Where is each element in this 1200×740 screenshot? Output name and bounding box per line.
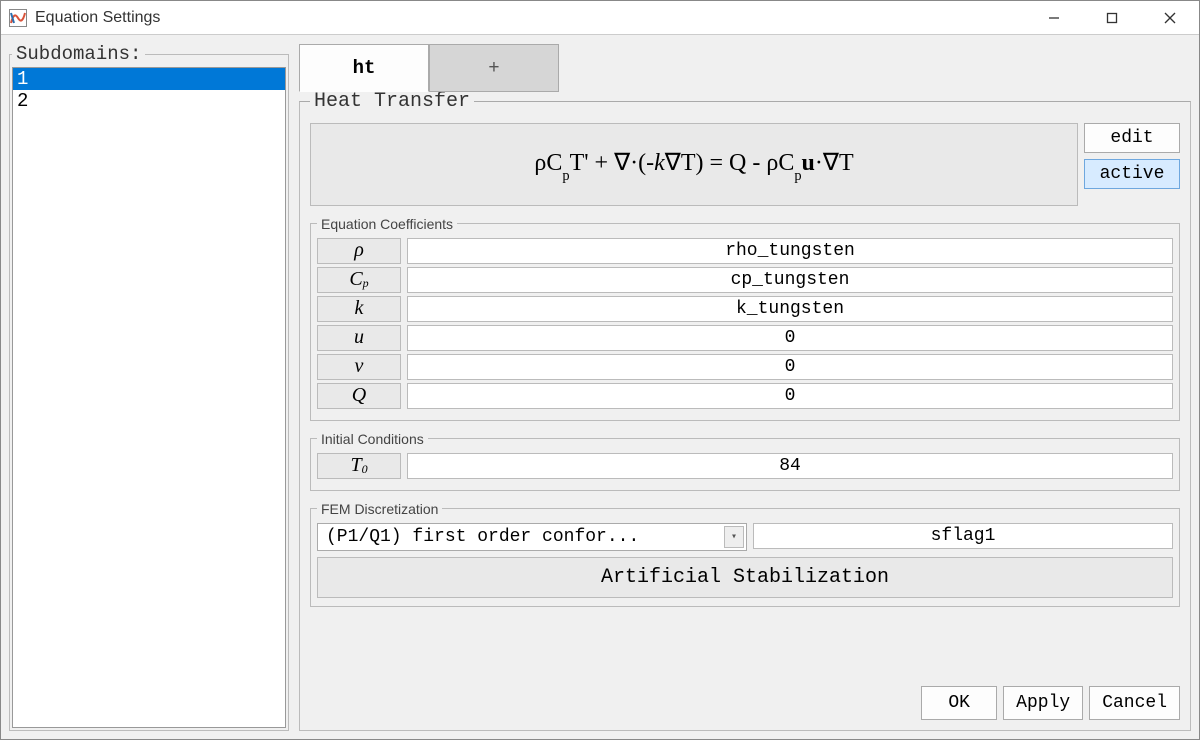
minimize-button[interactable] [1025,1,1083,35]
heat-transfer-legend: Heat Transfer [310,90,474,113]
equation-coefficients-fieldset: Equation Coefficients ρ Cp kuvQ [310,216,1180,421]
maximize-button[interactable] [1083,1,1141,35]
coeff-label-5: Q [317,383,401,409]
coeff-input-0[interactable] [407,238,1173,264]
ic-input-0[interactable] [407,453,1173,479]
initial-conditions-fieldset: Initial Conditions T0 [310,431,1180,491]
coeff-input-1[interactable] [407,267,1173,293]
sflag-input[interactable] [753,523,1173,549]
chevron-down-icon: ▾ [724,526,744,548]
apply-button[interactable]: Apply [1003,686,1083,720]
coeff-input-5[interactable] [407,383,1173,409]
subdomains-fieldset: Subdomains: 1 2 [9,43,289,731]
equation-coefficients-legend: Equation Coefficients [317,216,457,232]
coeff-label-2: k [317,296,401,322]
ic-label-0: T0 [317,453,401,479]
list-item[interactable]: 1 [13,68,285,90]
coeff-input-3[interactable] [407,325,1173,351]
coeff-label-1: Cp [317,267,401,293]
close-button[interactable] [1141,1,1199,35]
subdomains-legend: Subdomains: [12,43,145,65]
ok-button[interactable]: OK [921,686,997,720]
coeff-input-4[interactable] [407,354,1173,380]
artificial-stabilization-button[interactable]: Artificial Stabilization [317,557,1173,598]
app-icon [9,9,27,27]
cancel-button[interactable]: Cancel [1089,686,1180,720]
fem-discretization-legend: FEM Discretization [317,501,442,517]
tab-ht[interactable]: ht [299,44,429,92]
window-title: Equation Settings [35,9,160,27]
tab-add[interactable]: + [429,44,559,92]
list-item[interactable]: 2 [13,90,285,112]
window-titlebar: Equation Settings [1,1,1199,35]
tab-bar: ht + [299,43,1191,91]
subdomains-listbox[interactable]: 1 2 [12,67,286,728]
equation-display: ρCpT' + ∇·(-k∇T) = Q - ρCpu·∇T [310,123,1078,206]
fem-discretization-fieldset: FEM Discretization (P1/Q1) first order c… [310,501,1180,607]
coeff-label-0: ρ [317,238,401,264]
active-toggle[interactable]: active [1084,159,1180,189]
fem-order-value: (P1/Q1) first order confor... [326,527,639,547]
coeff-label-4: v [317,354,401,380]
coeff-label-3: u [317,325,401,351]
fem-order-select[interactable]: (P1/Q1) first order confor... ▾ [317,523,747,551]
coeff-input-2[interactable] [407,296,1173,322]
initial-conditions-legend: Initial Conditions [317,431,428,447]
edit-button[interactable]: edit [1084,123,1180,153]
heat-transfer-fieldset: Heat Transfer ρCpT' + ∇·(-k∇T) = Q - ρCp… [299,90,1191,731]
